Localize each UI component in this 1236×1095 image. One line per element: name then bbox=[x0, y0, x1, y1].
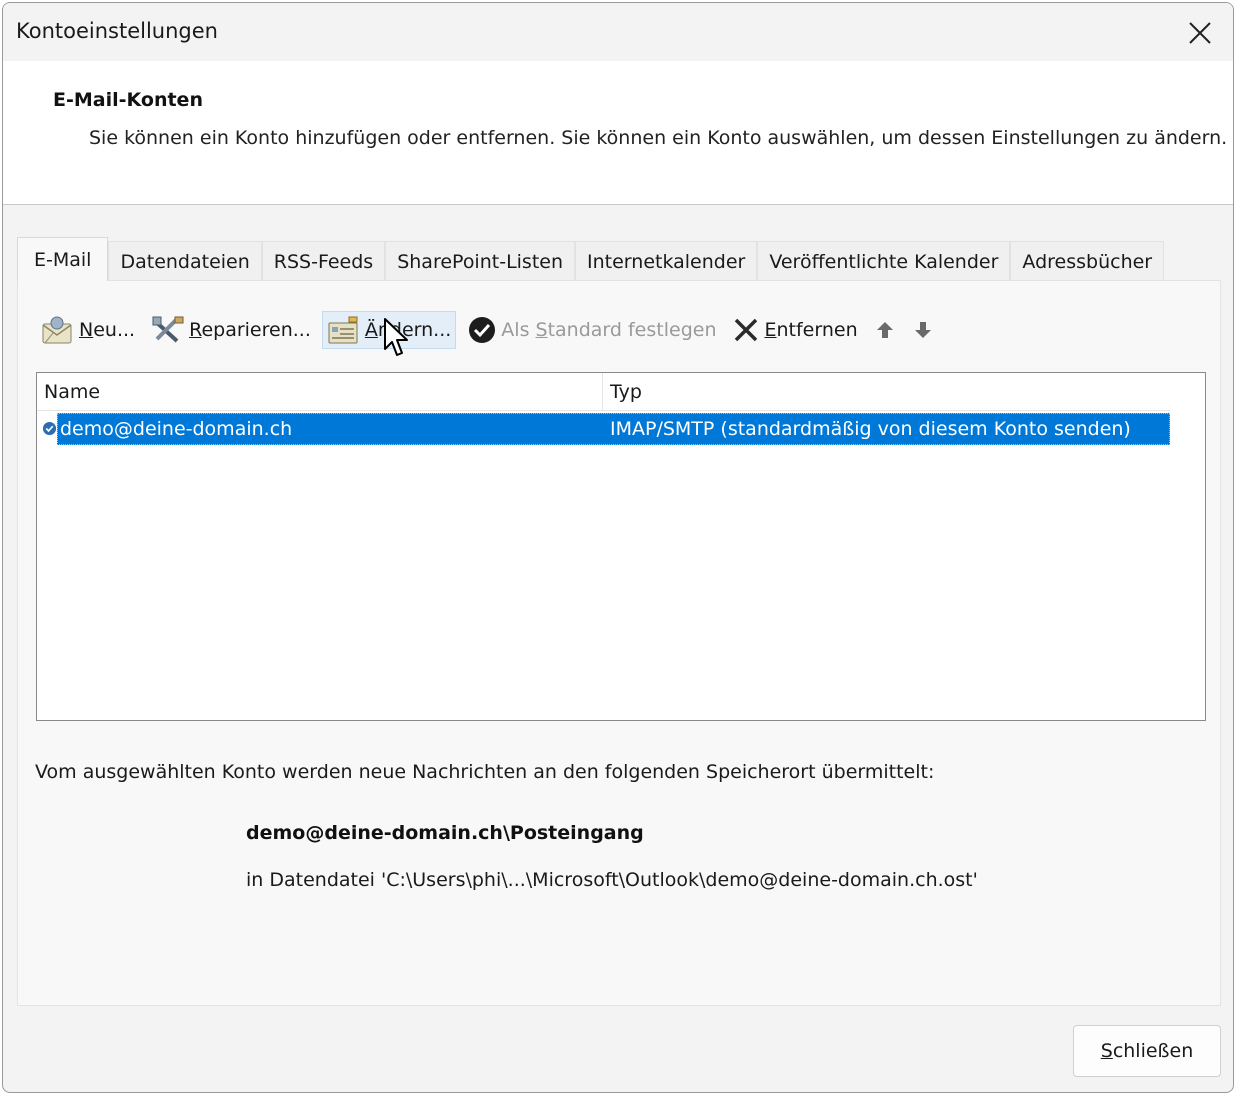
tab-rss-feeds[interactable]: RSS-Feeds bbox=[261, 241, 386, 281]
remove-label: ntfernen bbox=[776, 319, 858, 341]
accounts-list[interactable]: Name Typ demo@deine-domain.ch IMAP/SMTP … bbox=[36, 372, 1206, 721]
section-title: E-Mail-Konten bbox=[53, 89, 203, 111]
new-label: eu... bbox=[93, 319, 136, 341]
tab-published-calendars[interactable]: Veröffentlichte Kalender bbox=[757, 241, 1011, 281]
account-name-cell: demo@deine-domain.ch bbox=[60, 418, 293, 440]
default-account-check-icon bbox=[42, 421, 57, 436]
close-label: chließen bbox=[1112, 1040, 1194, 1062]
set-default-label: tandard festlegen bbox=[547, 319, 717, 341]
tab-sharepoint-lists[interactable]: SharePoint-Listen bbox=[385, 241, 576, 281]
repair-button[interactable]: Reparieren... bbox=[146, 311, 316, 349]
account-toolbar: Neu... Reparieren... Ändern... Als Stand… bbox=[36, 307, 945, 353]
tab-strip: E-Mail Datendateien RSS-Feeds SharePoint… bbox=[17, 237, 1165, 281]
close-accel: S bbox=[1100, 1040, 1113, 1062]
tab-data-files[interactable]: Datendateien bbox=[108, 241, 262, 281]
account-settings-dialog: Kontoeinstellungen E-Mail-Konten Sie kön… bbox=[2, 2, 1234, 1093]
repair-tools-icon bbox=[151, 315, 185, 345]
account-row[interactable]: demo@deine-domain.ch IMAP/SMTP (standard… bbox=[57, 413, 1170, 445]
repair-label: eparieren... bbox=[201, 319, 311, 341]
tab-address-books[interactable]: Adressbücher bbox=[1010, 241, 1165, 281]
repair-accel: R bbox=[189, 319, 202, 341]
new-account-icon bbox=[41, 315, 75, 345]
arrow-down-icon bbox=[914, 322, 931, 338]
arrow-up-icon bbox=[876, 322, 893, 338]
account-type-cell: IMAP/SMTP (standardmäßig von diesem Kont… bbox=[610, 418, 1131, 440]
title-bar: Kontoeinstellungen bbox=[3, 3, 1233, 61]
move-down-button[interactable] bbox=[907, 311, 939, 349]
close-dialog-button[interactable]: Schließen bbox=[1073, 1025, 1221, 1077]
tab-internet-calendars[interactable]: Internetkalender bbox=[575, 241, 758, 281]
dialog-header: E-Mail-Konten Sie können ein Konto hinzu… bbox=[3, 61, 1233, 205]
close-window-button[interactable] bbox=[1177, 11, 1223, 55]
remove-accel: E bbox=[764, 319, 777, 341]
new-account-button[interactable]: Neu... bbox=[36, 311, 140, 349]
column-header-type[interactable]: Typ bbox=[603, 373, 1170, 411]
remove-x-icon bbox=[732, 316, 760, 344]
tab-email[interactable]: E-Mail bbox=[17, 237, 109, 281]
set-default-prefix: Als bbox=[501, 319, 536, 341]
delivery-folder: demo@deine-domain.ch\Posteingang bbox=[246, 822, 644, 844]
list-header: Name Typ bbox=[37, 373, 1170, 411]
email-tab-panel: Neu... Reparieren... Ändern... Als Stand… bbox=[17, 280, 1221, 1006]
delivery-datafile: in Datendatei 'C:\Users\phi\...\Microsof… bbox=[246, 869, 978, 891]
delivery-info-text: Vom ausgewählten Konto werden neue Nachr… bbox=[35, 761, 935, 783]
section-description: Sie können ein Konto hinzufügen oder ent… bbox=[89, 127, 1228, 149]
close-icon bbox=[1189, 22, 1211, 44]
change-accel: Ä bbox=[364, 319, 378, 341]
mouse-pointer-icon bbox=[384, 318, 408, 356]
set-default-button[interactable]: Als Standard festlegen bbox=[462, 311, 721, 349]
checkmark-circle-icon bbox=[467, 315, 497, 345]
column-header-name[interactable]: Name bbox=[37, 373, 603, 411]
move-up-button[interactable] bbox=[869, 311, 901, 349]
new-accel: N bbox=[79, 319, 94, 341]
window-title: Kontoeinstellungen bbox=[16, 19, 218, 43]
remove-account-button[interactable]: Entfernen bbox=[727, 311, 862, 349]
set-default-accel: S bbox=[535, 319, 548, 341]
change-account-icon bbox=[327, 315, 361, 345]
